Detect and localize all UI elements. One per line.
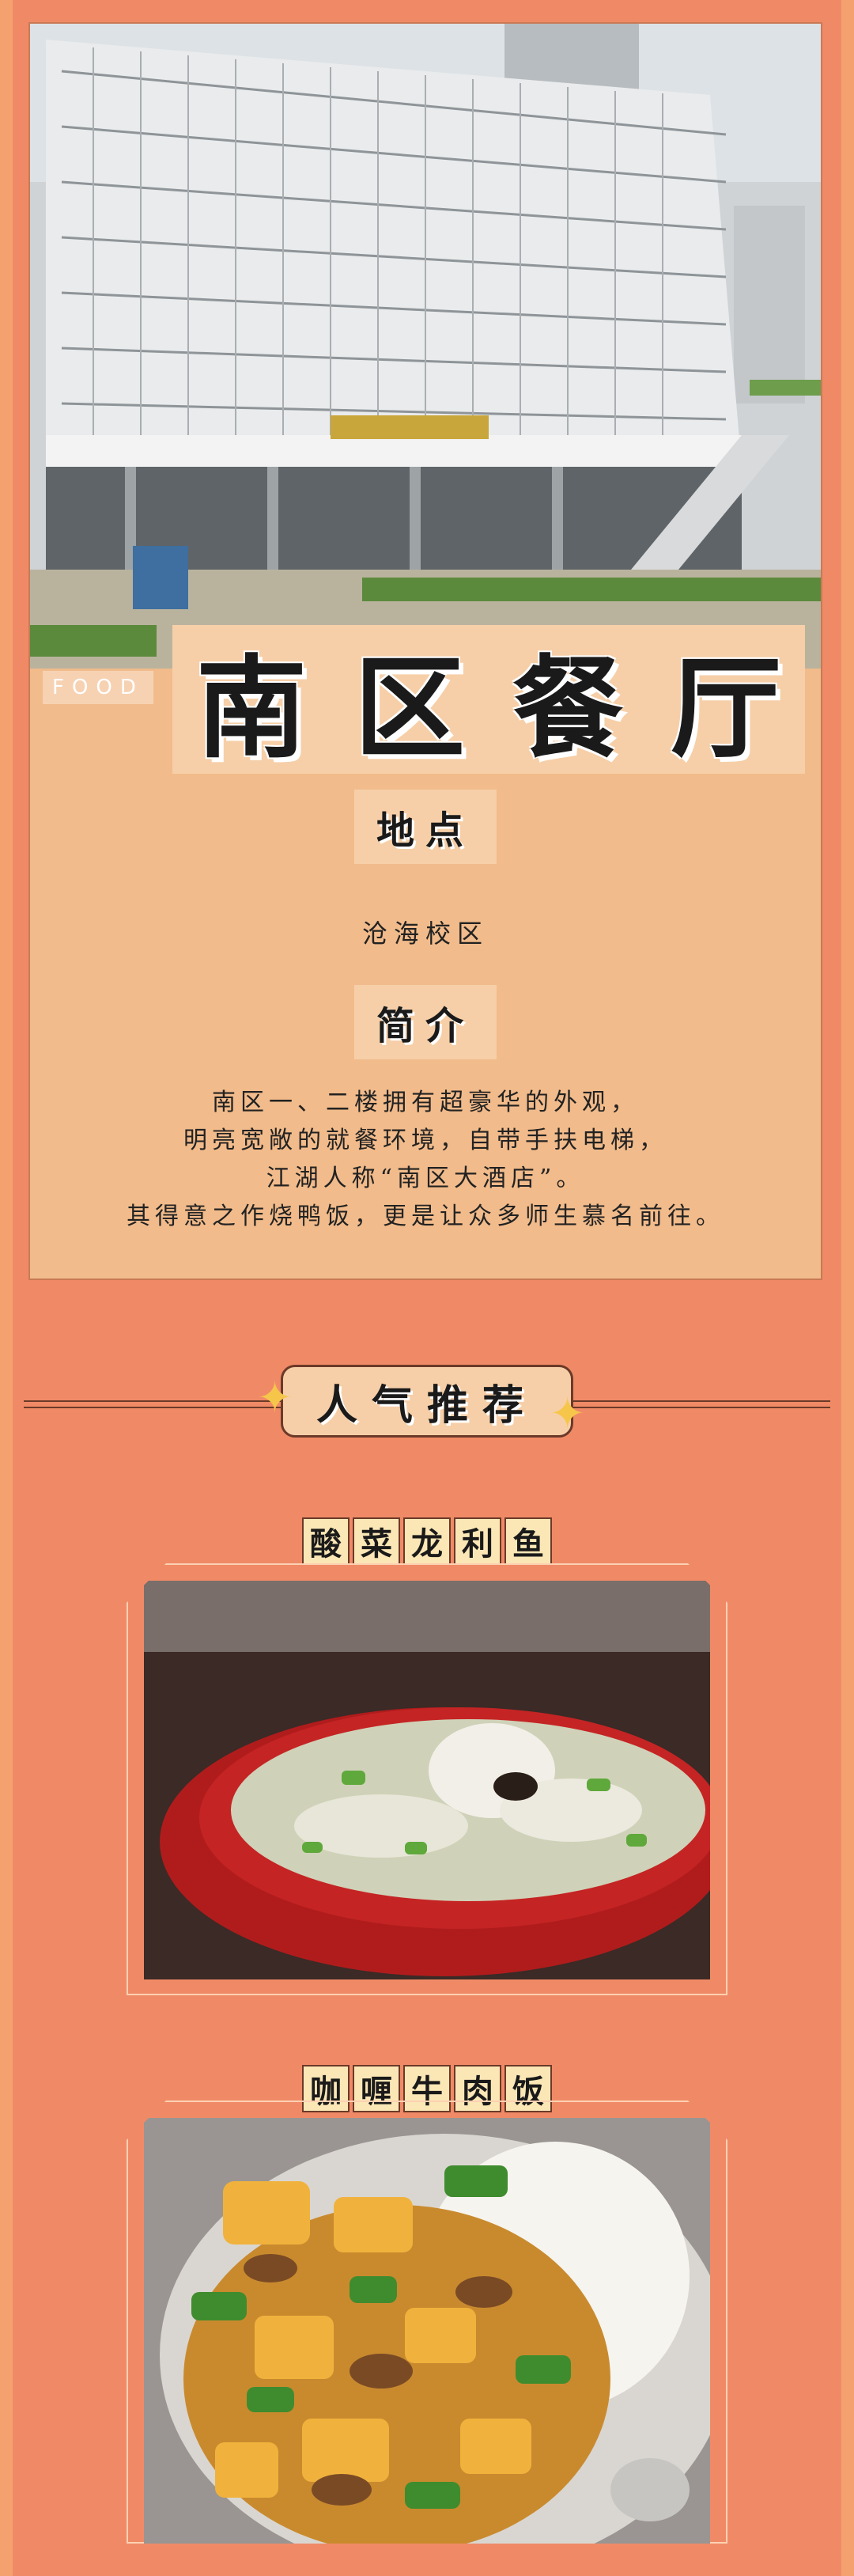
- restaurant-info-card: FOOD 南区餐厅 地点 沧海校区 简介 南区一、二楼拥有超豪华的外观， 明亮宽…: [28, 22, 822, 1280]
- sparkle-icon: ✦: [550, 1388, 586, 1438]
- dish-name-char: 酸: [302, 1517, 350, 1565]
- restaurant-title-box: 南区餐厅: [172, 625, 805, 774]
- dish-card-curry: [127, 2101, 727, 2544]
- intro-line: 南区一、二楼拥有超豪华的外观，: [212, 1089, 639, 1116]
- dish-name-char: 鱼: [504, 1517, 552, 1565]
- dish-photo-fish: [144, 1581, 710, 1979]
- intro-text: 南区一、二楼拥有超豪华的外观， 明亮宽敞的就餐环境，自带手扶电梯， 江湖人称“南…: [30, 1084, 821, 1236]
- intro-line: 江湖人称“南区大酒店”。: [266, 1165, 585, 1192]
- intro-label: 简介: [353, 985, 497, 1059]
- dish-photo-curry: [144, 2118, 710, 2544]
- left-border-stripe: [0, 0, 13, 2576]
- dish-name-char: 菜: [353, 1517, 400, 1565]
- intro-line: 其得意之作烧鸭饭，更是让众多师生慕名前往。: [127, 1203, 724, 1230]
- recommend-section-title: 人气推荐: [281, 1365, 573, 1438]
- sparkle-icon: ✦: [257, 1373, 293, 1422]
- section-divider-right: [569, 1400, 830, 1411]
- restaurant-title: 南区餐厅: [195, 645, 829, 774]
- location-label: 地点: [353, 790, 497, 864]
- dish-name-label: 酸 菜 龙 利 鱼: [302, 1517, 552, 1565]
- intro-line: 明亮宽敞的就餐环境，自带手扶电梯，: [183, 1127, 667, 1154]
- section-divider-left: [24, 1400, 285, 1411]
- right-border-stripe: [841, 0, 854, 2576]
- location-value: 沧海校区: [361, 919, 489, 949]
- dish-card-fish: [127, 1563, 727, 1995]
- dish-name-char: 龙: [403, 1517, 451, 1565]
- hero-building-photo: [30, 24, 821, 669]
- dish-name-char: 利: [454, 1517, 501, 1565]
- food-tag: FOOD: [43, 671, 153, 704]
